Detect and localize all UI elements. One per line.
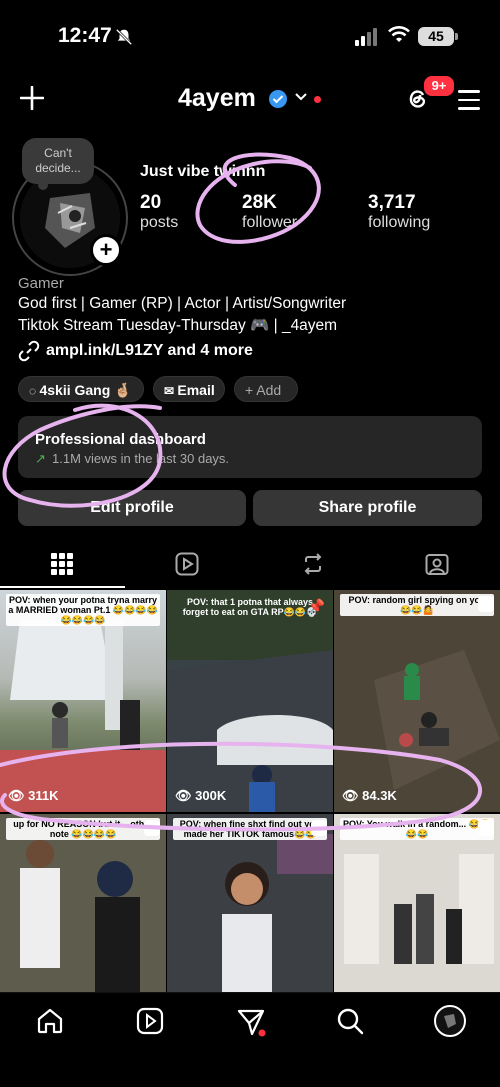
reel-indicator-icon [478, 820, 494, 836]
dashboard-subtitle: 1.1M views in the last 30 days. [52, 451, 230, 466]
post-thumbnail[interactable]: POV: when your potna tryna marry a MARRI… [0, 590, 166, 812]
battery-indicator: 45 [418, 27, 454, 46]
threads-small-icon: ◌ [29, 384, 40, 398]
display-name: Just vibe twinnn [140, 163, 266, 180]
hamburger-menu-icon[interactable] [458, 90, 480, 116]
link-icon [18, 340, 40, 362]
pin-icon: 📌 [307, 598, 325, 614]
post-views: 👁 311K [8, 788, 59, 803]
bio-line: God first | Gamer (RP) | Actor | Artist/… [18, 295, 347, 312]
tagged-tab-icon[interactable] [425, 552, 449, 576]
post-caption: up for NO REASON but it ...other note 😂😂… [6, 818, 160, 840]
posts-label[interactable]: posts [140, 214, 178, 232]
post-views-count: 84.3K [362, 788, 397, 803]
followers-label[interactable]: follower [242, 214, 297, 232]
following-label[interactable]: following [368, 214, 430, 232]
bottom-navigation [0, 992, 500, 1087]
followers-count[interactable]: 28K [242, 192, 277, 214]
chevron-down-icon[interactable] [294, 92, 308, 102]
post-caption: POV: that 1 potna that always forget to … [182, 597, 318, 617]
reel-indicator-icon [478, 596, 494, 612]
reel-indicator-icon [144, 820, 160, 836]
share-profile-button[interactable]: Share profile [253, 490, 482, 526]
group-chip[interactable]: ◌ 4skii Gang 🤞🏼 [18, 376, 144, 402]
home-icon[interactable] [36, 1007, 64, 1035]
group-chip-label: 4skii Gang 🤞🏼 [39, 382, 132, 398]
post-views-count: 300K [195, 788, 227, 803]
grid-tab-icon[interactable] [51, 553, 73, 575]
profile-note-bubble[interactable]: Can't decide... [22, 138, 94, 184]
post-thumbnail[interactable]: up for NO REASON but it ...other note 😂😂… [0, 814, 166, 992]
signal-icon [355, 28, 379, 46]
profile-category: Gamer [18, 275, 64, 292]
post-views: 👁 84.3K [342, 788, 397, 803]
bell-muted-icon [115, 28, 133, 46]
post-scene-image [334, 590, 500, 812]
create-plus-icon[interactable] [20, 86, 44, 110]
status-time: 12:47 [58, 24, 112, 47]
profile-avatar-icon[interactable] [434, 1005, 466, 1037]
post-thumbnail[interactable]: POV: when fine shxt find out you made he… [167, 814, 333, 992]
post-scene-image [167, 814, 333, 992]
notifications-badge: 9+ [422, 74, 456, 98]
post-thumbnail[interactable]: POV: You walk in a random... 😂😂😂😂 [334, 814, 500, 992]
plus-icon: + [245, 382, 257, 398]
post-caption: POV: random girl spying on you 😂😂🤷 [340, 594, 494, 616]
add-story-button[interactable]: + [90, 234, 122, 266]
note-bubble-tail [38, 180, 48, 190]
bio-line: Tiktok Stream Tuesday-Thursday 🎮 | _4aye… [18, 317, 338, 334]
reels-icon[interactable] [136, 1007, 164, 1035]
post-views: 👁 300K [175, 788, 227, 803]
email-chip[interactable]: ✉ Email [153, 376, 225, 402]
posts-count[interactable]: 20 [140, 192, 161, 214]
post-views-count: 311K [28, 788, 59, 803]
post-thumbnail[interactable]: POV: that 1 potna that always forget to … [167, 590, 333, 812]
active-tab-indicator [0, 586, 125, 588]
profile-link[interactable]: ampl.ink/L91ZY and 4 more [46, 342, 253, 360]
post-caption: POV: when fine shxt find out you made he… [173, 818, 327, 840]
profile-username[interactable]: 4ayem [178, 84, 256, 113]
post-caption: POV: when your potna tryna marry a MARRI… [6, 594, 160, 626]
following-count[interactable]: 3,717 [368, 192, 416, 214]
wifi-icon [388, 26, 410, 42]
add-chip-label: Add [256, 382, 282, 398]
post-caption: POV: You walk in a random... 😂😂😂😂 [340, 818, 494, 840]
post-scene-image [334, 814, 500, 992]
reposts-tab-icon[interactable] [301, 552, 325, 576]
battery-tip [455, 33, 458, 40]
verified-badge-icon [269, 90, 287, 108]
search-icon[interactable] [336, 1007, 364, 1035]
post-scene-image [167, 590, 333, 812]
reels-tab-icon[interactable] [175, 552, 199, 576]
email-chip-label: Email [177, 382, 215, 398]
post-scene-image [0, 814, 166, 992]
account-alert-dot [314, 96, 321, 103]
add-chip[interactable]: + Add [234, 376, 298, 402]
dashboard-title: Professional dashboard [35, 431, 206, 448]
reel-indicator-icon [311, 820, 327, 836]
edit-profile-button[interactable]: Edit profile [18, 490, 246, 526]
direct-messages-icon[interactable] [236, 1007, 266, 1037]
mail-icon: ✉ [164, 384, 178, 398]
post-thumbnail[interactable]: POV: random girl spying on you 😂😂🤷 👁 84.… [334, 590, 500, 812]
trend-up-icon: ↗ [35, 451, 46, 466]
